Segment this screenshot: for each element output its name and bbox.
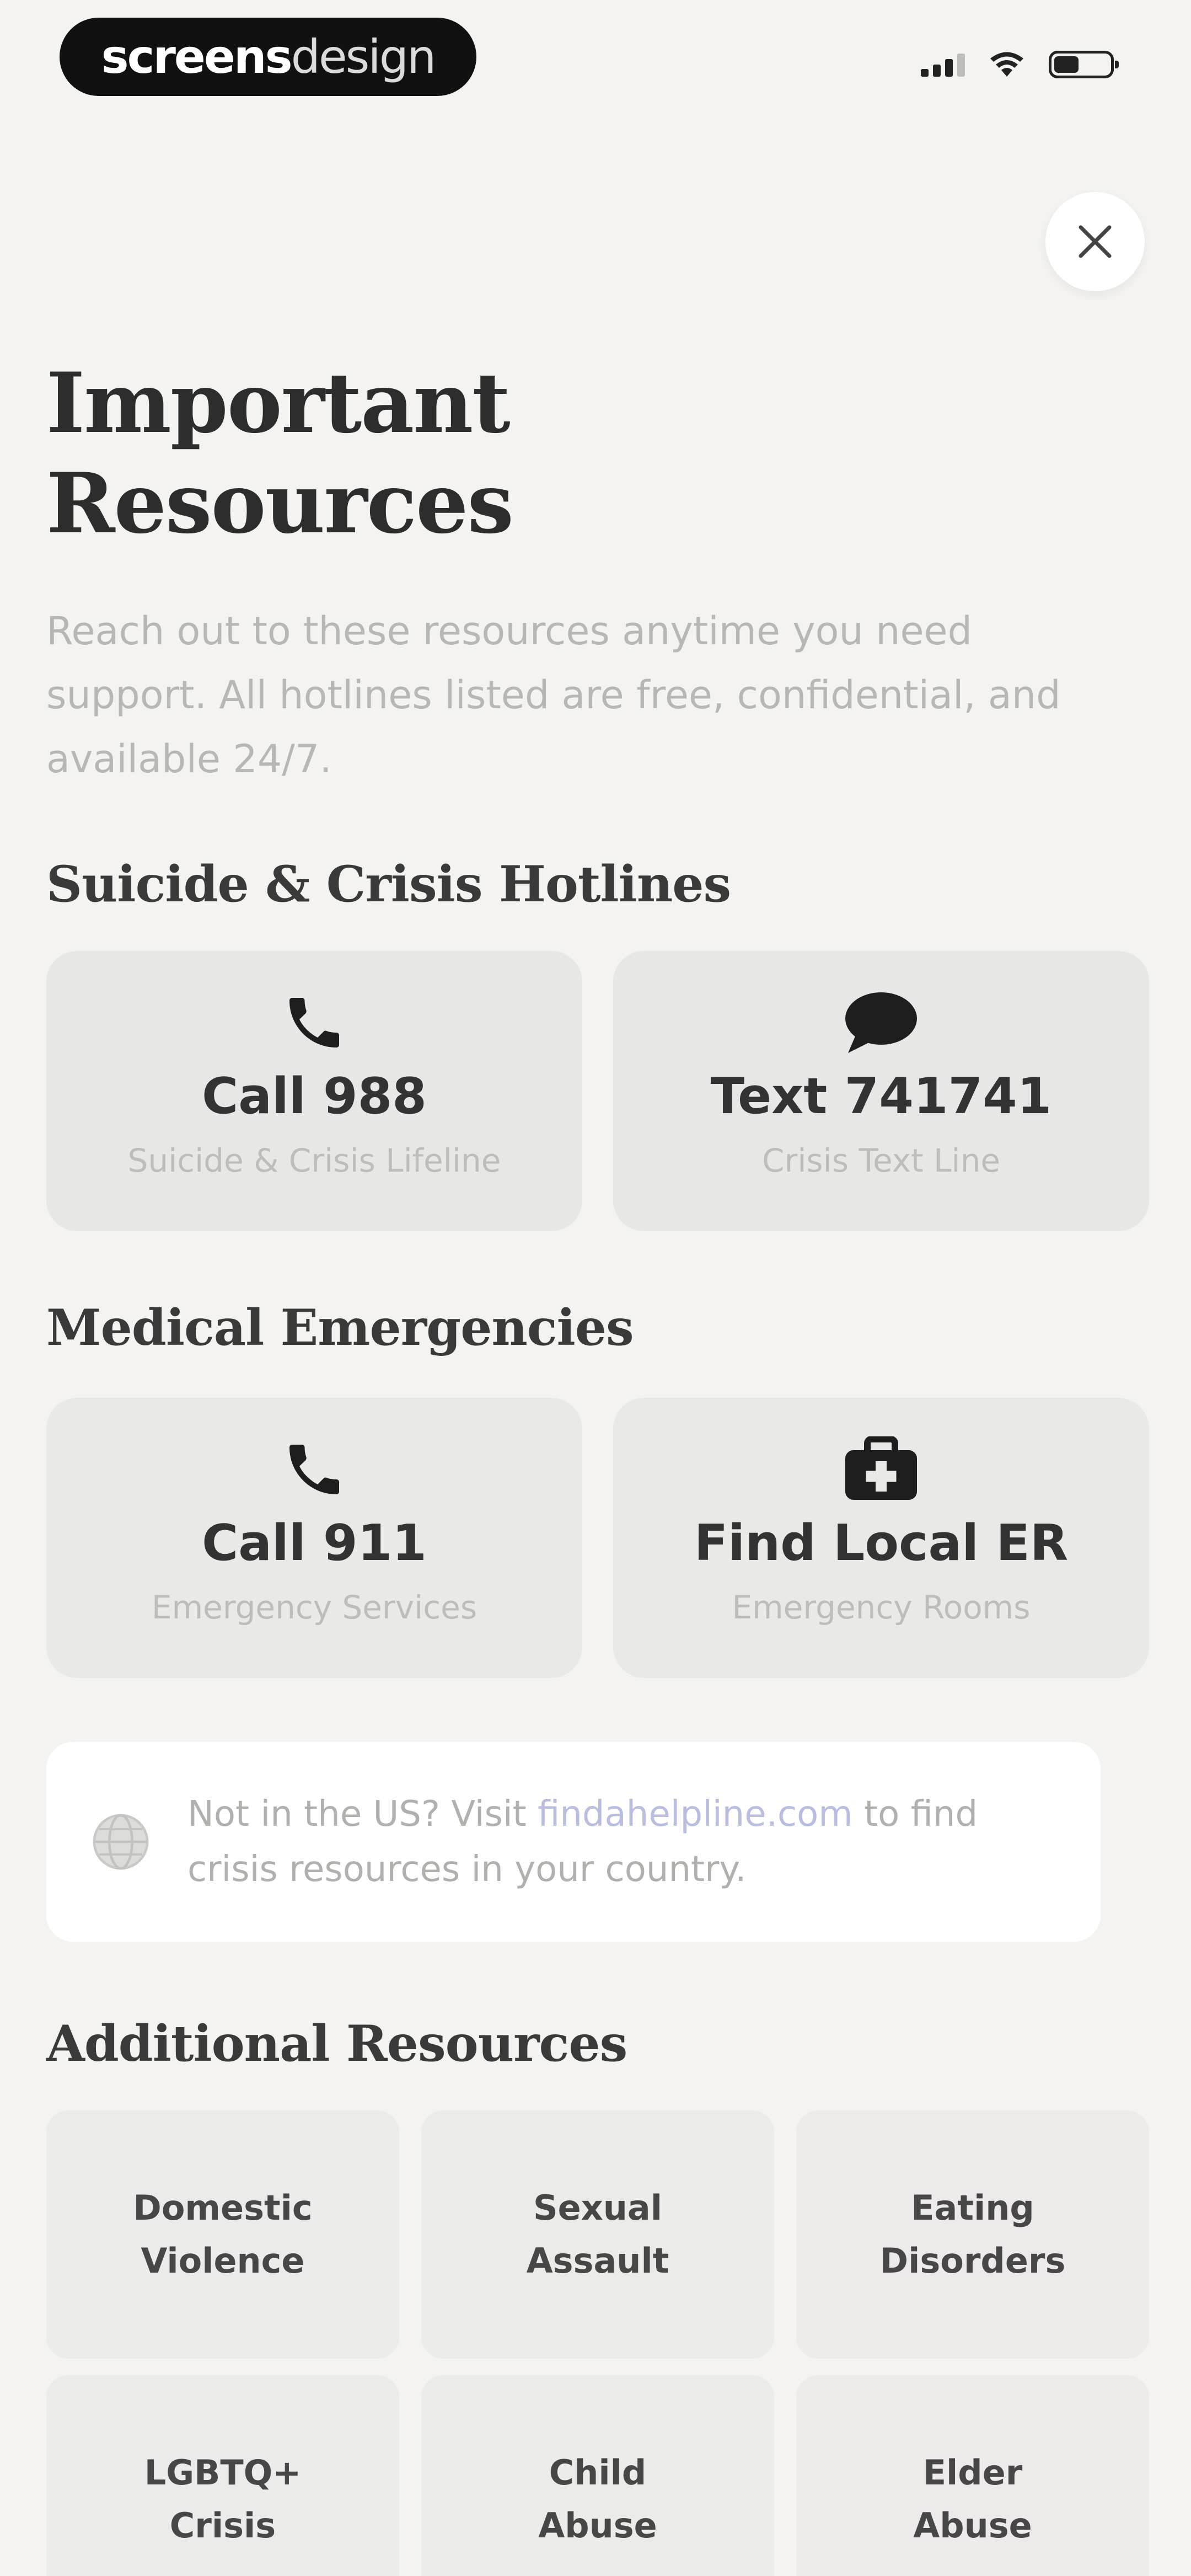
card-title: Call 988	[202, 1067, 427, 1125]
card-title: Text 741741	[710, 1067, 1052, 1125]
wifi-icon	[990, 52, 1023, 77]
text-741741-card[interactable]: Text 741741 Crisis Text Line	[613, 951, 1149, 1231]
globe-icon	[90, 1811, 151, 1872]
watermark-bold-text: screens	[101, 30, 293, 84]
call-988-card[interactable]: Call 988 Suicide & Crisis Lifeline	[46, 951, 582, 1231]
chat-bubble-icon	[840, 990, 922, 1056]
resource-label: Sexual Assault	[527, 2182, 669, 2288]
resource-label-line1: Child	[549, 2452, 647, 2493]
page-title: Important Resources	[46, 353, 1094, 554]
phone-icon	[281, 1436, 347, 1503]
resource-label: Eating Disorders	[880, 2182, 1066, 2288]
resource-label-line2: Disorders	[879, 2241, 1066, 2281]
card-subtitle: Emergency Rooms	[732, 1589, 1031, 1626]
close-button[interactable]	[1045, 192, 1145, 291]
resource-label-line2: Crisis	[169, 2505, 276, 2546]
resource-label-line1: Sexual	[533, 2188, 662, 2228]
status-icons	[921, 51, 1119, 78]
page-title-line2: Resources	[46, 455, 514, 552]
phone-icon	[281, 990, 347, 1056]
medical-kit-icon	[843, 1436, 920, 1503]
resource-label: Child Abuse	[538, 2446, 657, 2552]
call-911-card[interactable]: Call 911 Emergency Services	[46, 1398, 582, 1678]
resource-label-line1: Domestic	[133, 2188, 313, 2228]
page-subtitle: Reach out to these resources anytime you…	[46, 608, 1061, 782]
screensdesign-watermark: screens design	[60, 18, 476, 96]
resources-screen: screens design Important Resources Reach …	[0, 0, 1191, 2576]
card-subtitle: Emergency Services	[151, 1589, 478, 1626]
international-info-text: Not in the US? Visit findahelpline.com t…	[187, 1787, 1067, 1897]
resource-domestic-violence[interactable]: Domestic Violence	[46, 2110, 399, 2359]
card-subtitle: Crisis Text Line	[761, 1142, 1001, 1179]
resource-elder-abuse[interactable]: Elder Abuse	[796, 2375, 1149, 2576]
medical-section-heading: Medical Emergencies	[46, 1298, 634, 1357]
additional-section-heading: Additional Resources	[46, 2014, 627, 2073]
resource-label-line2: Assault	[526, 2241, 669, 2281]
resource-label: Elder Abuse	[913, 2446, 1032, 2552]
resource-label-line1: Eating	[911, 2188, 1034, 2228]
page-title-line1: Important	[46, 355, 511, 452]
resource-label-line1: Elder	[922, 2452, 1023, 2493]
resource-lgbtq-crisis[interactable]: LGBTQ+ Crisis	[46, 2375, 399, 2576]
resource-sexual-assault[interactable]: Sexual Assault	[421, 2110, 774, 2359]
international-info-box: Not in the US? Visit findahelpline.com t…	[46, 1742, 1101, 1942]
card-title: Find Local ER	[694, 1514, 1069, 1572]
find-local-er-card[interactable]: Find Local ER Emergency Rooms	[613, 1398, 1149, 1678]
resource-label-line1: LGBTQ+	[144, 2452, 302, 2493]
resource-eating-disorders[interactable]: Eating Disorders	[796, 2110, 1149, 2359]
cellular-signal-icon	[921, 52, 965, 77]
watermark-light-text: design	[291, 30, 437, 84]
card-subtitle: Suicide & Crisis Lifeline	[127, 1142, 501, 1179]
card-title: Call 911	[202, 1514, 427, 1572]
resource-label: Domestic Violence	[133, 2182, 312, 2288]
findahelpline-link[interactable]: findahelpline.com	[538, 1794, 853, 1835]
info-text-before: Not in the US? Visit	[187, 1794, 538, 1835]
battery-icon	[1049, 51, 1119, 78]
resource-label: LGBTQ+ Crisis	[144, 2446, 302, 2552]
resource-label-line2: Abuse	[538, 2505, 657, 2546]
close-icon	[1079, 225, 1112, 258]
resource-label-line2: Abuse	[913, 2505, 1032, 2546]
crisis-section-heading: Suicide & Crisis Hotlines	[46, 855, 731, 913]
resource-child-abuse[interactable]: Child Abuse	[421, 2375, 774, 2576]
resource-label-line2: Violence	[141, 2241, 305, 2281]
